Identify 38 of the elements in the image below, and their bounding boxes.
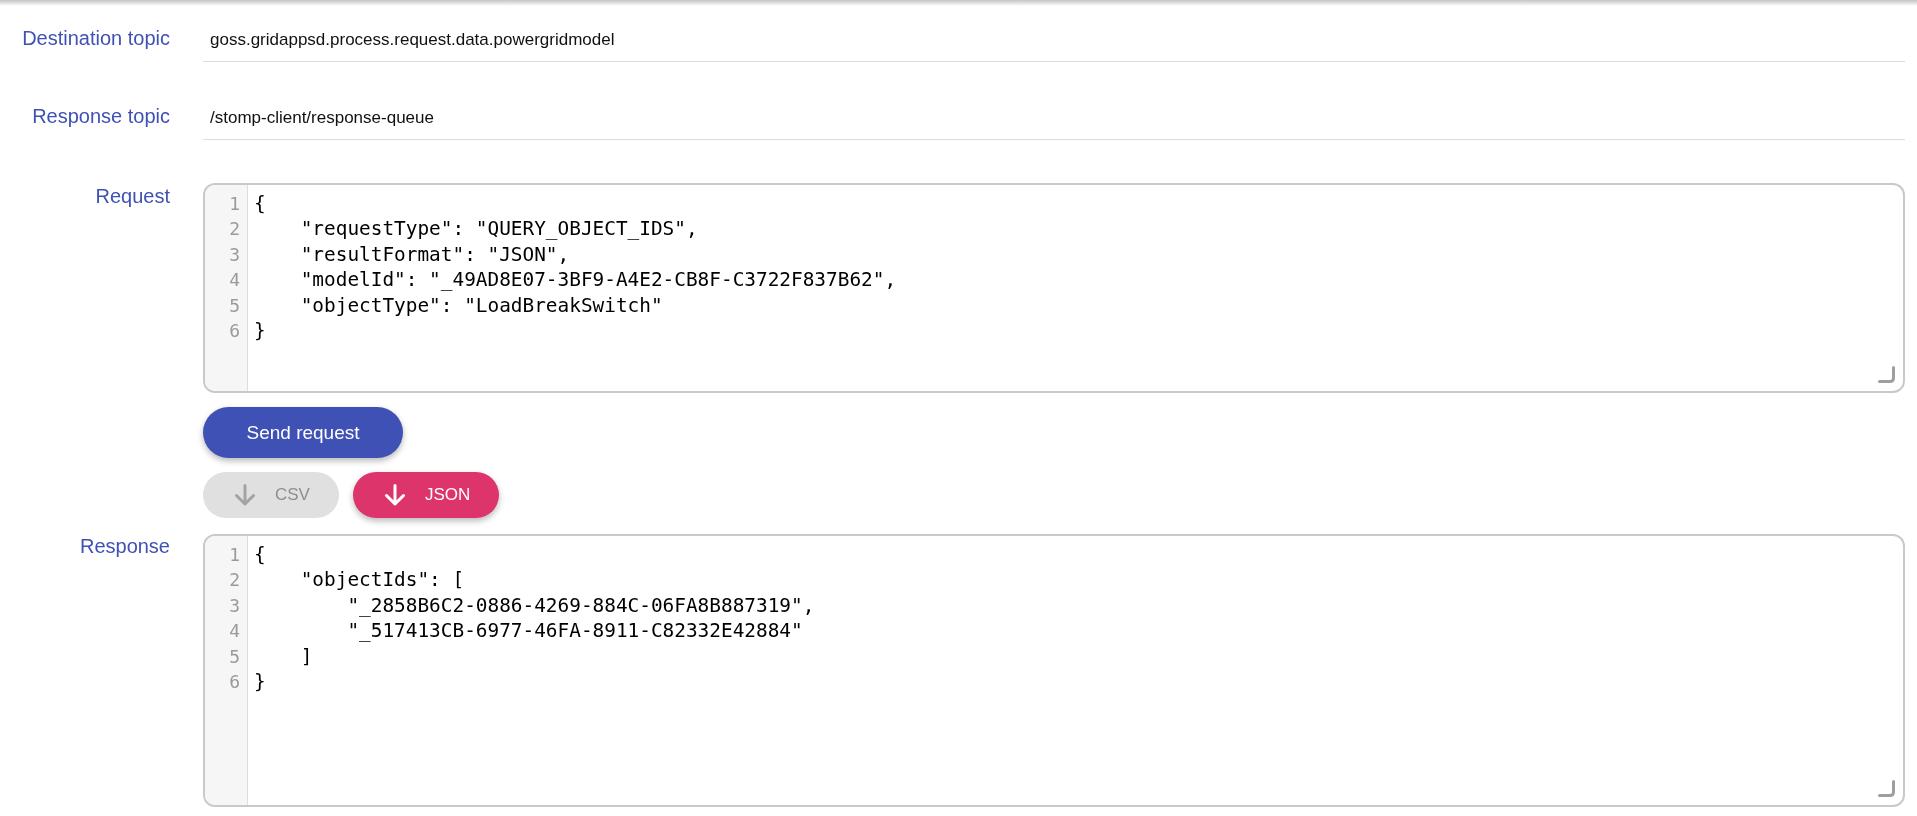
line-number: 5 [228,644,240,669]
line-number: 2 [228,217,240,242]
line-number: 1 [228,543,240,567]
line-number: 6 [228,319,240,344]
resize-handle-icon[interactable] [1878,366,1896,384]
code-line: { [254,542,267,568]
line-number: 4 [228,619,240,644]
topic-field[interactable]: goss.gridappsd.process.request.data.powergridmodel [203,18,1905,62]
field-label: Response topic [31,104,170,129]
code-line: "_2858B6C2-0886-4269-884C-06FA8B887319", [346,592,815,619]
code-line: "resultFormat": "JSON", [299,241,571,268]
line-number: 3 [228,593,240,618]
line-number: 3 [228,242,240,267]
send-request-button[interactable]: Send request [203,407,403,458]
code-line: { [254,191,267,217]
line-number: 4 [228,268,240,293]
line-number: 1 [228,192,240,216]
response-editor[interactable]: 1 2 3 4 5 6 { "objectIds": [ "_2858B6C2-0886-4269-884C-06FA8B887319", "_517413CB-6977-46FA-8911-C82332E42884" ] } [203,534,1905,807]
code-line: "objectIds": [ [299,567,466,593]
request-editor[interactable]: 1 2 3 4 5 6 { "requestType": "QUERY_OBJECT_IDS", "resultFormat": "JSON", "modelId": "_49AD8E07-3BF9-A4E2-CB8F-C3722F837B62", "objectType": "LoadBreakSwitch" } [203,183,1905,393]
topic-field[interactable]: /stomp-client/response-queue [203,96,1905,140]
code-line: "_517413CB-6977-46FA-8911-C82332E42884" [346,618,804,644]
code-line: "objectType": "LoadBreakSwitch" [299,292,664,319]
code-line: } [254,318,267,344]
field-label: Response [78,534,170,559]
line-number: 6 [228,670,240,695]
code-line: } [254,669,267,695]
field-label: Request [94,184,170,209]
download-button[interactable]: JSON [352,472,500,518]
line-number: 2 [228,568,240,593]
code-line: ] [299,643,314,670]
code-line: "requestType": "QUERY_OBJECT_IDS", [299,216,699,242]
arrow-down-icon [234,484,256,506]
resize-handle-icon[interactable] [1878,780,1896,798]
field-label: Destination topic [21,26,170,51]
line-number: 5 [228,293,240,318]
arrow-down-icon [383,484,406,506]
code-line: "modelId": "_49AD8E07-3BF9-A4E2-CB8F-C3722F837B62", [299,267,897,293]
